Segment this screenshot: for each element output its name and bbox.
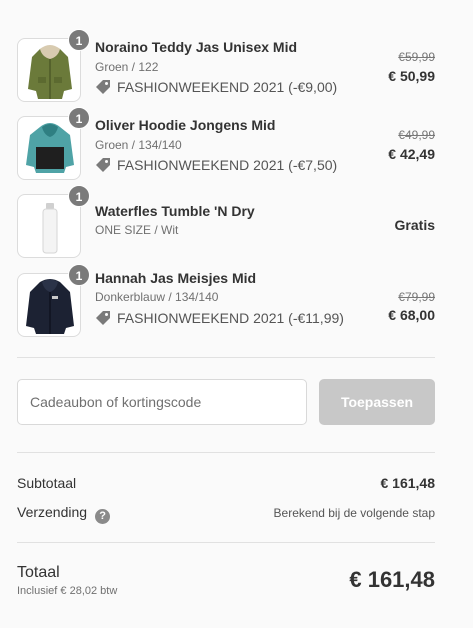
item-price: € 42,49 — [388, 146, 435, 162]
quantity-badge: 1 — [68, 264, 90, 286]
product-name: Waterfles Tumble 'N Dry — [95, 203, 255, 219]
original-price: €59,99 — [398, 50, 435, 64]
subtotal-label: Subtotaal — [17, 475, 77, 491]
subtotal-value: € 161,48 — [380, 475, 436, 491]
product-image-fleece: 1 — [17, 264, 90, 337]
product-image-parka: 1 — [17, 29, 90, 102]
discount-applied: FASHIONWEEKEND 2021 (-€9,00) — [95, 79, 337, 95]
cart-item: 1 Noraino Teddy Jas Unisex Mid Groen / 1… — [17, 29, 435, 102]
quantity-badge: 1 — [68, 107, 90, 129]
discount-text: FASHIONWEEKEND 2021 (-€11,99) — [117, 310, 344, 326]
total-value: € 161,48 — [349, 567, 435, 592]
discount-applied: FASHIONWEEKEND 2021 (-€7,50) — [95, 157, 337, 173]
apply-discount-button[interactable]: Toepassen — [319, 379, 435, 425]
item-price: € 68,00 — [388, 307, 435, 323]
divider — [17, 542, 435, 543]
item-price: Gratis — [394, 217, 435, 233]
product-name: Hannah Jas Meisjes Mid — [95, 270, 257, 286]
shipping-row: Verzending? — [17, 504, 111, 524]
total-label: Totaal — [17, 564, 60, 581]
cart-item: 1 Oliver Hoodie Jongens Mid Groen / 134/… — [17, 107, 435, 180]
cart-item: 1 Hannah Jas Meisjes Mid Donkerblauw / 1… — [17, 264, 435, 337]
discount-code-input[interactable] — [17, 379, 307, 425]
original-price: €79,99 — [398, 290, 435, 304]
divider — [17, 452, 435, 453]
cart-item: 1 Waterfles Tumble 'N Dry ONE SIZE / Wit… — [17, 185, 435, 258]
discount-text: FASHIONWEEKEND 2021 (-€9,00) — [117, 79, 338, 95]
discount-applied: FASHIONWEEKEND 2021 (-€11,99) — [95, 310, 344, 326]
shipping-value: Berekend bij de volgende stap — [273, 506, 435, 520]
product-variant: ONE SIZE / Wit — [95, 223, 179, 237]
original-price: €49,99 — [398, 128, 435, 142]
quantity-badge: 1 — [68, 29, 90, 51]
product-variant: Donkerblauw / 134/140 — [95, 290, 219, 304]
tax-line: Inclusief € 28,02 btw — [17, 585, 118, 597]
tag-icon — [96, 80, 110, 94]
item-price: € 50,99 — [388, 68, 435, 84]
shipping-label: Verzending — [17, 504, 88, 520]
help-icon[interactable]: ? — [95, 509, 111, 524]
product-name: Oliver Hoodie Jongens Mid — [95, 117, 276, 133]
tag-icon — [96, 158, 110, 172]
product-image-bottle: 1 — [17, 185, 90, 258]
divider — [17, 357, 435, 358]
product-image-hoodie: 1 — [17, 107, 90, 180]
tag-icon — [96, 311, 110, 325]
product-name: Noraino Teddy Jas Unisex Mid — [95, 39, 298, 55]
product-variant: Groen / 134/140 — [95, 138, 182, 152]
quantity-badge: 1 — [68, 185, 90, 207]
discount-text: FASHIONWEEKEND 2021 (-€7,50) — [117, 157, 338, 173]
product-variant: Groen / 122 — [95, 60, 159, 74]
